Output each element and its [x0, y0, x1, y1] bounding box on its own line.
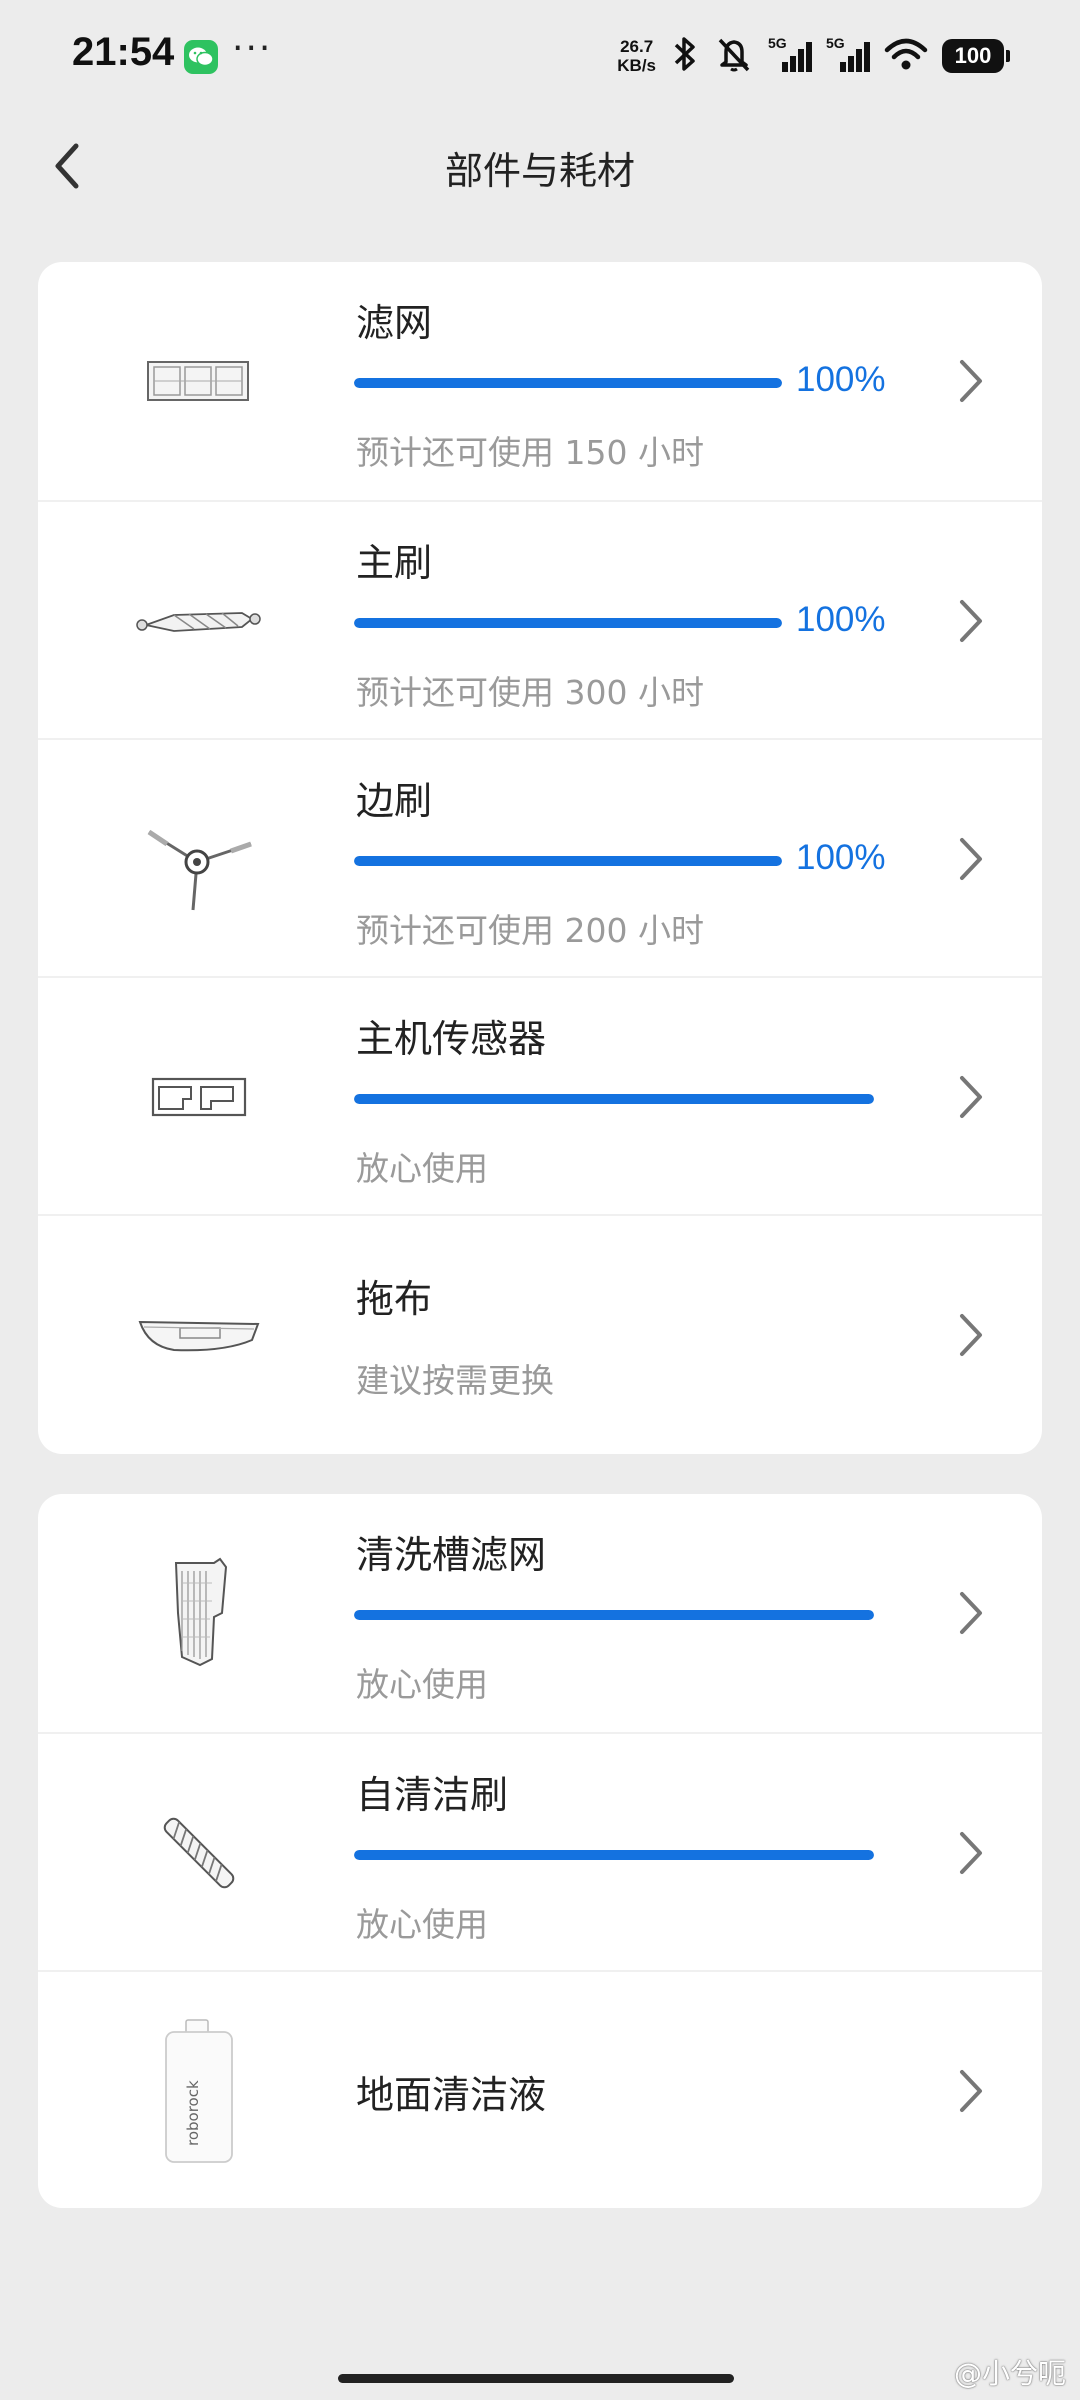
life-progress-bar — [354, 1850, 874, 1860]
chevron-right-icon — [960, 1076, 982, 1118]
chevron-right-icon — [960, 2070, 982, 2112]
consumable-detail: 放心使用 — [356, 1905, 488, 1944]
status-bar: 21:54 ··· 26.7 KB/s 5G 5G 100 — [0, 0, 1080, 110]
main-brush-icon — [124, 546, 274, 696]
mop-icon — [124, 1260, 274, 1410]
consumable-detail: 建议按需更换 — [356, 1361, 554, 1400]
network-speed-value: 26.7 — [620, 37, 654, 56]
wash-tray-filter-icon — [124, 1538, 274, 1688]
consumable-name: 清洗槽滤网 — [356, 1533, 547, 1577]
life-progress-bar — [354, 618, 782, 628]
watermark: @小兮呃 — [953, 2357, 1066, 2390]
consumables-card-primary: 滤网 100% 预计还可使用 150 小时 主刷 100% 预计还可使用 300… — [38, 262, 1042, 1454]
consumable-detail: 预计还可使用 150 小时 — [356, 433, 704, 472]
consumable-detail: 预计还可使用 300 小时 — [356, 673, 704, 712]
battery-icon: 100 — [942, 39, 1010, 73]
chevron-right-icon — [960, 1592, 982, 1634]
signal-5g-icon: 5G — [768, 34, 812, 78]
life-progress-bar — [354, 1610, 874, 1620]
wechat-icon — [184, 40, 218, 74]
consumable-row-wash-tray-filter[interactable]: 清洗槽滤网 放心使用 — [38, 1494, 1042, 1732]
network-speed: 26.7 KB/s — [617, 37, 656, 75]
life-progress-fill — [354, 856, 782, 866]
consumable-row-cleaning-solution[interactable]: roborock 地面清洁液 — [38, 1970, 1042, 2208]
chevron-right-icon — [960, 838, 982, 880]
consumable-name: 滤网 — [356, 301, 433, 345]
svg-text:5G: 5G — [826, 35, 845, 51]
consumable-name: 主机传感器 — [356, 1017, 547, 1061]
consumable-detail: 放心使用 — [356, 1149, 488, 1188]
life-progress-bar — [354, 856, 782, 866]
consumable-name: 拖布 — [356, 1277, 433, 1321]
consumable-name: 地面清洁液 — [356, 2073, 547, 2117]
self-cleaning-brush-icon — [124, 1778, 274, 1928]
consumable-name: 主刷 — [356, 541, 433, 585]
life-progress-bar — [354, 1094, 874, 1104]
consumable-name: 自清洁刷 — [356, 1773, 509, 1817]
consumables-card-dock: 清洗槽滤网 放心使用 自清洁刷 放心使用 roborock 地面清洁液 — [38, 1494, 1042, 2208]
consumable-name: 边刷 — [356, 779, 433, 823]
consumable-row-mop[interactable]: 拖布 建议按需更换 — [38, 1214, 1042, 1452]
filter-icon — [124, 306, 274, 456]
life-progress-bar — [354, 378, 782, 388]
status-icons: 26.7 KB/s 5G 5G 100 — [617, 34, 1010, 78]
network-speed-unit: KB/s — [617, 56, 656, 75]
svg-text:5G: 5G — [768, 35, 787, 51]
status-time: 21:54 — [72, 30, 175, 74]
wifi-icon — [884, 34, 928, 78]
sensor-icon — [124, 1022, 274, 1172]
consumable-row-filter[interactable]: 滤网 100% 预计还可使用 150 小时 — [38, 262, 1042, 500]
signal-5g-icon-2: 5G — [826, 34, 870, 78]
life-progress-fill — [354, 378, 782, 388]
life-percent: 100% — [796, 600, 886, 639]
consumable-row-self-cleaning-brush[interactable]: 自清洁刷 放心使用 — [38, 1732, 1042, 1970]
cleaning-solution-icon: roborock — [124, 2016, 274, 2166]
chevron-right-icon — [960, 1314, 982, 1356]
bottle-brand-label: roborock — [184, 2080, 202, 2146]
life-percent: 100% — [796, 360, 886, 399]
chevron-right-icon — [960, 360, 982, 402]
page-title: 部件与耗材 — [444, 149, 635, 193]
consumable-detail: 放心使用 — [356, 1665, 488, 1704]
life-progress-fill — [354, 618, 782, 628]
life-percent: 100% — [796, 838, 886, 877]
life-progress-fill — [354, 1850, 874, 1860]
chevron-right-icon — [960, 600, 982, 642]
life-progress-fill — [354, 1094, 874, 1104]
consumable-detail: 预计还可使用 200 小时 — [356, 911, 704, 950]
life-progress-fill — [354, 1610, 874, 1620]
mute-icon — [714, 34, 754, 78]
consumable-row-side-brush[interactable]: 边刷 100% 预计还可使用 200 小时 — [38, 738, 1042, 976]
consumable-row-main-brush[interactable]: 主刷 100% 预计还可使用 300 小时 — [38, 500, 1042, 738]
side-brush-icon — [124, 784, 274, 934]
bluetooth-icon — [670, 34, 700, 78]
consumable-row-sensor[interactable]: 主机传感器 放心使用 — [38, 976, 1042, 1214]
home-indicator[interactable] — [338, 2374, 734, 2383]
more-notifications-icon: ··· — [232, 28, 273, 69]
chevron-right-icon — [960, 1832, 982, 1874]
